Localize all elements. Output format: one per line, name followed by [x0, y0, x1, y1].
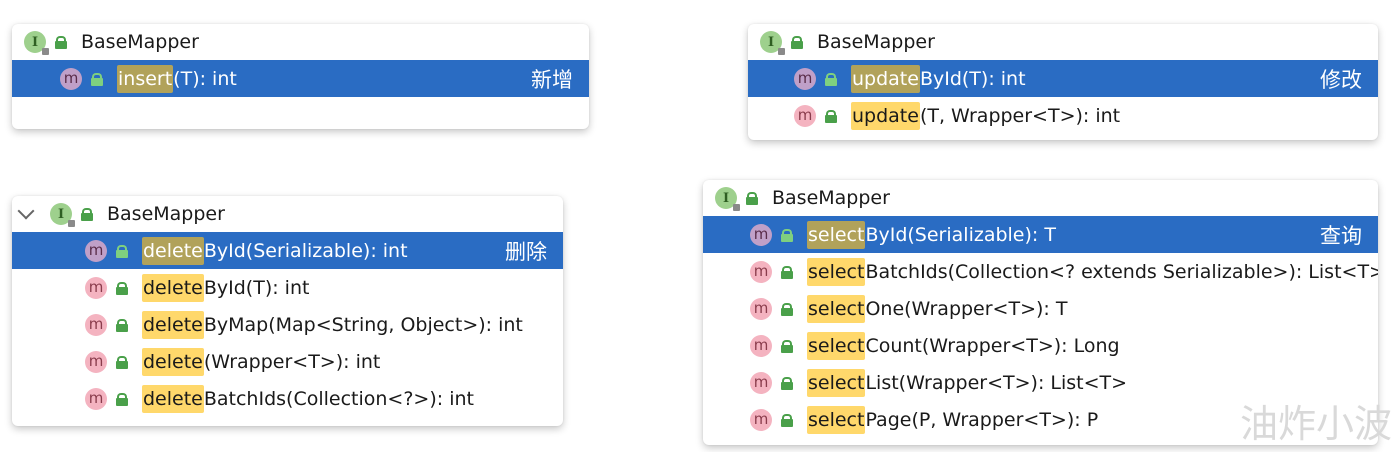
method-row[interactable]: m selectOne(Wrapper<T>): T [703, 290, 1378, 327]
method-row[interactable]: m deleteBatchIds(Collection<?>): int [12, 380, 563, 417]
method-signature: selectBatchIds(Collection<? extends Seri… [807, 257, 1378, 286]
method-signature: selectList(Wrapper<T>): List<T> [807, 368, 1127, 397]
method-icon: m [750, 371, 772, 394]
method-signature: deleteByMap(Map<String, Object>): int [142, 310, 523, 339]
search-match: select [807, 368, 866, 397]
method-icon: m [85, 350, 107, 373]
update-methods-panel: I BaseMapper m updateById(T): int 修改 m u… [748, 24, 1378, 140]
search-match: delete [142, 236, 204, 265]
search-match: delete [142, 310, 204, 339]
interface-header[interactable]: I BaseMapper [12, 24, 589, 60]
interface-icon: I [760, 31, 785, 55]
method-signature: deleteById(Serializable): int [142, 236, 408, 265]
interface-name: BaseMapper [772, 187, 890, 209]
interface-name: BaseMapper [81, 31, 199, 53]
interface-header[interactable]: I BaseMapper [12, 196, 563, 232]
method-signature: delete(Wrapper<T>): int [142, 347, 380, 376]
public-visibility-icon [91, 72, 103, 86]
method-icon: m [750, 334, 772, 357]
method-row[interactable]: m update(T, Wrapper<T>): int [748, 97, 1378, 134]
public-visibility-icon [781, 228, 793, 242]
method-icon: m [750, 408, 772, 431]
public-visibility-icon [116, 244, 128, 258]
watermark: 油炸小波 [1239, 402, 1392, 446]
method-signature: deleteBatchIds(Collection<?>): int [142, 384, 474, 413]
public-visibility-icon [781, 339, 793, 353]
method-signature: selectPage(P, Wrapper<T>): P [807, 405, 1098, 434]
method-signature: selectCount(Wrapper<T>): Long [807, 331, 1120, 360]
insert-methods-panel: I BaseMapper m insert(T): int 新增 [12, 24, 589, 129]
public-visibility-icon [116, 392, 128, 406]
operation-label: 新增 [531, 67, 573, 92]
method-signature: selectOne(Wrapper<T>): T [807, 294, 1067, 323]
method-icon: m [85, 276, 107, 299]
method-icon: m [60, 67, 82, 90]
method-icon: m [85, 387, 107, 410]
public-visibility-icon [791, 35, 803, 49]
public-visibility-icon [781, 376, 793, 390]
method-signature: deleteById(T): int [142, 273, 309, 302]
operation-label: 查询 [1320, 223, 1362, 248]
method-signature: updateById(T): int [851, 64, 1026, 93]
search-match: insert [117, 64, 174, 93]
interface-header[interactable]: I BaseMapper [703, 180, 1378, 216]
chevron-down-icon[interactable] [17, 202, 35, 220]
method-icon: m [85, 239, 107, 262]
method-icon: m [750, 223, 772, 246]
interface-name: BaseMapper [817, 31, 935, 53]
interface-icon: I [715, 187, 740, 211]
method-icon: m [85, 313, 107, 336]
method-icon: m [750, 297, 772, 320]
public-visibility-icon [781, 302, 793, 316]
method-icon: m [794, 104, 816, 127]
method-row[interactable]: m deleteById(Serializable): int 删除 [12, 232, 563, 269]
search-match: update [851, 64, 920, 93]
public-visibility-icon [825, 72, 837, 86]
public-visibility-icon [116, 355, 128, 369]
interface-icon: I [24, 31, 49, 55]
search-match: select [807, 257, 866, 286]
method-row[interactable]: m selectCount(Wrapper<T>): Long [703, 327, 1378, 364]
search-match: select [807, 405, 866, 434]
public-visibility-icon [746, 191, 758, 205]
delete-methods-panel: I BaseMapper m deleteById(Serializable):… [12, 196, 563, 426]
public-visibility-icon [55, 35, 67, 49]
public-visibility-icon [116, 281, 128, 295]
interface-header[interactable]: I BaseMapper [748, 24, 1378, 60]
method-row[interactable]: m selectBatchIds(Collection<? extends Se… [703, 253, 1378, 290]
interface-icon: I [50, 203, 75, 227]
method-icon: m [750, 260, 772, 283]
operation-label: 修改 [1320, 67, 1362, 92]
interface-name: BaseMapper [107, 203, 225, 225]
search-match: select [807, 220, 866, 249]
method-row[interactable]: m deleteById(T): int [12, 269, 563, 306]
operation-label: 删除 [505, 239, 547, 264]
search-match: delete [142, 273, 204, 302]
search-match: update [851, 101, 920, 130]
public-visibility-icon [781, 265, 793, 279]
public-visibility-icon [116, 318, 128, 332]
method-signature: selectById(Serializable): T [807, 220, 1056, 249]
public-visibility-icon [81, 207, 93, 221]
method-row[interactable]: m delete(Wrapper<T>): int [12, 343, 563, 380]
method-signature: update(T, Wrapper<T>): int [851, 101, 1120, 130]
method-icon: m [794, 67, 816, 90]
public-visibility-icon [781, 413, 793, 427]
method-row[interactable]: m updateById(T): int 修改 [748, 60, 1378, 97]
method-row[interactable]: m deleteByMap(Map<String, Object>): int [12, 306, 563, 343]
method-row[interactable]: m selectById(Serializable): T 查询 [703, 216, 1378, 253]
method-signature: insert(T): int [117, 64, 237, 93]
method-row[interactable]: m insert(T): int 新增 [12, 60, 589, 97]
search-match: delete [142, 347, 204, 376]
search-match: delete [142, 384, 204, 413]
search-match: select [807, 294, 866, 323]
public-visibility-icon [825, 109, 837, 123]
search-match: select [807, 331, 866, 360]
